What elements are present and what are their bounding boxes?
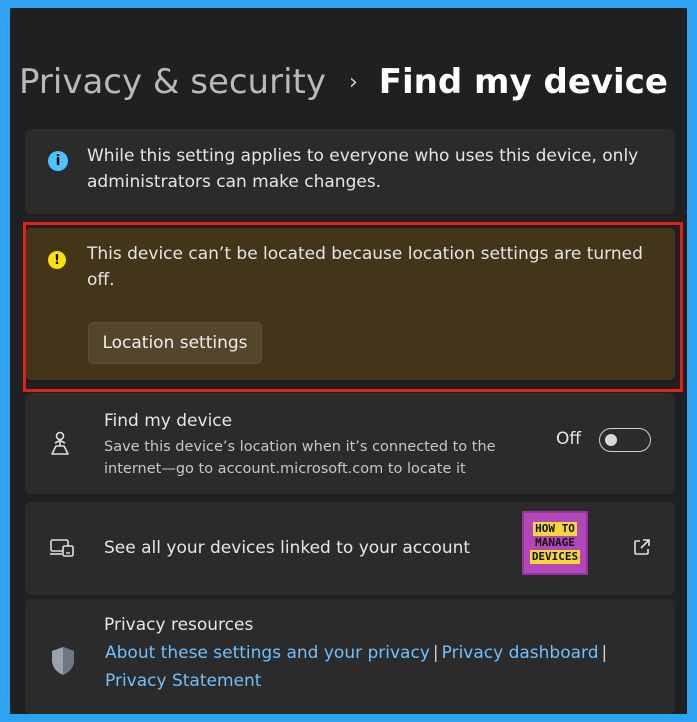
- settings-window: Privacy & security › Find my device i Wh…: [10, 8, 687, 714]
- logo-line: MANAGE: [535, 536, 575, 549]
- link-separator: |: [601, 643, 608, 663]
- warning-icon: !: [48, 251, 66, 269]
- find-my-device-row: Find my device Save this device’s locati…: [25, 393, 675, 494]
- linked-devices-label: See all your devices linked to your acco…: [104, 538, 471, 558]
- person-pin-icon: [51, 431, 69, 455]
- info-banner-text: While this setting applies to everyone w…: [87, 146, 639, 192]
- devices-icon: [50, 539, 74, 557]
- toggle-knob: [605, 433, 617, 446]
- breadcrumb-separator: ›: [348, 69, 358, 95]
- privacy-statement-link[interactable]: Privacy Statement: [105, 671, 261, 691]
- privacy-dashboard-link[interactable]: Privacy dashboard: [442, 643, 599, 663]
- shield-icon: [52, 647, 74, 675]
- howto-manage-devices-logo: HOW TO MANAGE DEVICES: [522, 511, 588, 575]
- toggle-state-label: Off: [556, 429, 582, 449]
- info-banner: i While this setting applies to everyone…: [25, 129, 675, 214]
- find-my-device-toggle[interactable]: [599, 428, 651, 452]
- open-external-icon[interactable]: [633, 538, 651, 556]
- privacy-links: About these settings and your privacy | Pr…: [105, 639, 625, 695]
- page-title: Find my device: [378, 62, 668, 102]
- about-privacy-link[interactable]: About these settings and your privacy: [105, 643, 430, 663]
- logo-line: DEVICES: [529, 550, 581, 564]
- link-separator: |: [432, 643, 439, 663]
- breadcrumb-parent[interactable]: Privacy & security: [19, 62, 326, 102]
- privacy-resources-row: Privacy resources About these settings a…: [25, 599, 675, 714]
- info-icon: i: [48, 151, 68, 171]
- warning-banner: ! This device can’t be located because l…: [25, 228, 675, 380]
- logo-line: HOW TO: [533, 522, 577, 536]
- linked-devices-row[interactable]: See all your devices linked to your acco…: [25, 502, 675, 595]
- privacy-resources-title: Privacy resources: [104, 615, 254, 635]
- location-settings-button[interactable]: Location settings: [88, 322, 262, 364]
- warning-banner-text: This device can’t be located because loc…: [87, 244, 643, 290]
- find-my-device-description: Save this device’s location when it’s co…: [104, 439, 496, 477]
- breadcrumb: Privacy & security › Find my device: [19, 54, 668, 110]
- find-my-device-title: Find my device: [104, 411, 233, 431]
